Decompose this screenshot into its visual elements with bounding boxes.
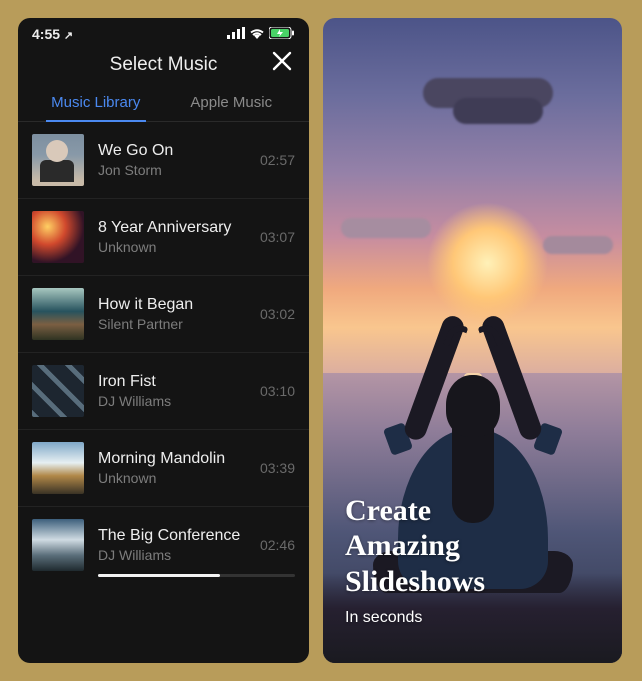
track-title: How it Began <box>98 296 246 314</box>
tab-music-library[interactable]: Music Library <box>28 86 164 121</box>
signal-icon <box>227 26 245 42</box>
track-duration: 02:57 <box>260 152 295 168</box>
track-title: The Big Conference <box>98 527 246 545</box>
track-info: The Big Conference DJ Williams <box>98 527 246 563</box>
track-info: How it Began Silent Partner <box>98 296 246 332</box>
close-icon <box>271 50 293 72</box>
close-button[interactable] <box>271 50 293 76</box>
track-artist: Silent Partner <box>98 316 246 332</box>
tab-apple-music[interactable]: Apple Music <box>164 86 300 121</box>
status-right <box>227 26 295 42</box>
album-art <box>32 442 84 494</box>
track-row[interactable]: How it Began Silent Partner 03:02 <box>18 276 309 353</box>
track-row[interactable]: The Big Conference DJ Williams 02:46 <box>18 507 309 577</box>
track-duration: 03:39 <box>260 460 295 476</box>
wifi-icon <box>249 26 265 42</box>
header: Select Music <box>18 46 309 86</box>
playback-progress[interactable] <box>98 574 295 577</box>
tabs: Music Library Apple Music <box>18 86 309 122</box>
track-info: We Go On Jon Storm <box>98 142 246 178</box>
track-info: Morning Mandolin Unknown <box>98 450 246 486</box>
battery-icon <box>269 26 295 42</box>
track-title: Iron Fist <box>98 373 246 391</box>
track-duration: 03:07 <box>260 229 295 245</box>
cloud-shape <box>341 218 431 238</box>
status-time-group: 4:55 ↗ <box>32 26 73 42</box>
promo-heading-line: Create <box>345 493 485 528</box>
track-row[interactable]: Morning Mandolin Unknown 03:39 <box>18 430 309 507</box>
track-row[interactable]: Iron Fist DJ Williams 03:10 <box>18 353 309 430</box>
promo-text: Create Amazing Slideshows In seconds <box>345 493 485 627</box>
track-title: Morning Mandolin <box>98 450 246 468</box>
promo-heading-line: Amazing <box>345 528 485 563</box>
album-art <box>32 211 84 263</box>
promo-subheading: In seconds <box>345 609 485 627</box>
track-artist: DJ Williams <box>98 393 246 409</box>
location-icon: ↗ <box>64 30 73 42</box>
cloud-shape <box>543 236 613 254</box>
album-art <box>32 519 84 571</box>
track-duration: 03:02 <box>260 306 295 322</box>
promo-panel: Create Amazing Slideshows In seconds <box>323 18 622 663</box>
track-row[interactable]: We Go On Jon Storm 02:57 <box>18 122 309 199</box>
track-artist: Unknown <box>98 239 246 255</box>
promo-heading-line: Slideshows <box>345 564 485 599</box>
track-duration: 03:10 <box>260 383 295 399</box>
track-title: 8 Year Anniversary <box>98 219 246 237</box>
track-row[interactable]: 8 Year Anniversary Unknown 03:07 <box>18 199 309 276</box>
track-artist: Unknown <box>98 470 246 486</box>
cloud-shape <box>453 98 543 124</box>
album-art <box>32 365 84 417</box>
status-bar: 4:55 ↗ <box>18 18 309 46</box>
status-time: 4:55 <box>32 26 60 42</box>
track-duration: 02:46 <box>260 537 295 553</box>
promo-heading: Create Amazing Slideshows <box>345 493 485 599</box>
music-picker-screen: 4:55 ↗ Select Music Music Library Apple … <box>18 18 309 663</box>
page-title: Select Music <box>110 54 218 76</box>
album-art <box>32 134 84 186</box>
track-info: Iron Fist DJ Williams <box>98 373 246 409</box>
track-info: 8 Year Anniversary Unknown <box>98 219 246 255</box>
track-artist: DJ Williams <box>98 547 246 563</box>
track-list[interactable]: We Go On Jon Storm 02:57 8 Year Annivers… <box>18 122 309 663</box>
album-art <box>32 288 84 340</box>
track-artist: Jon Storm <box>98 162 246 178</box>
track-title: We Go On <box>98 142 246 160</box>
